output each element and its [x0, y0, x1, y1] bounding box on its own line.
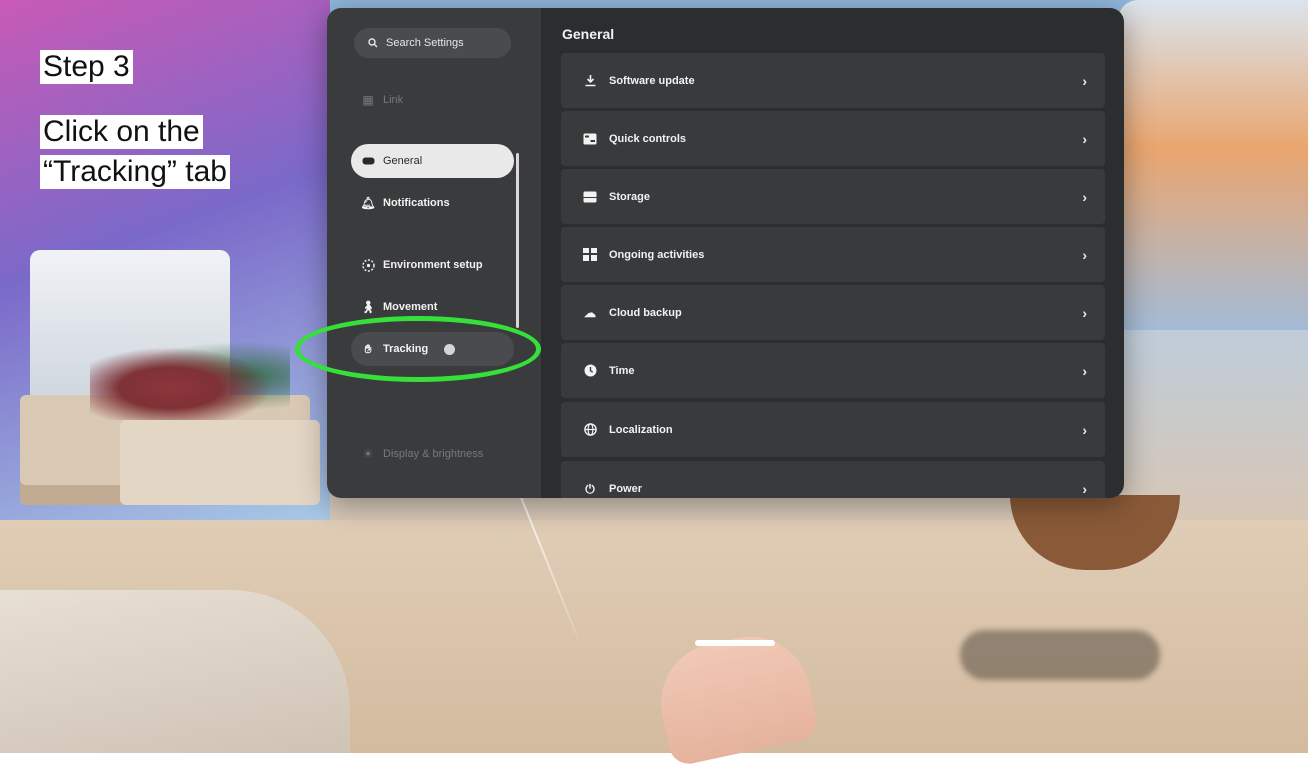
- background-plant: [90, 340, 290, 420]
- instruction-line-2: “Tracking” tab: [40, 155, 230, 189]
- window-grab-bar[interactable]: [695, 640, 775, 646]
- row-label: Localization: [609, 423, 673, 436]
- page-title: General: [562, 26, 615, 42]
- settings-main-content: General Software update › Quick controls…: [541, 8, 1124, 498]
- sidebar-item-display-brightness[interactable]: ☀ Display & brightness: [351, 437, 514, 471]
- row-localization[interactable]: Localization ›: [561, 402, 1105, 457]
- instruction-line-1: Click on the: [40, 115, 203, 149]
- power-icon: ⏻: [585, 481, 595, 496]
- background-building: [1118, 0, 1308, 330]
- row-time[interactable]: Time ›: [561, 343, 1105, 398]
- search-icon: [366, 36, 380, 50]
- settings-panel: Search Settings ▦ Link General 🔔︎ Notifi…: [327, 8, 1124, 498]
- sidebar-item-label: Environment setup: [383, 259, 483, 271]
- grid-icon: [583, 248, 597, 262]
- walking-icon: 🚶︎: [360, 300, 376, 314]
- chevron-right-icon: ›: [1082, 421, 1087, 438]
- row-label: Time: [609, 364, 635, 377]
- row-label: Ongoing activities: [609, 248, 705, 261]
- sidebar-item-label: Movement: [383, 301, 438, 313]
- storage-icon: [583, 190, 597, 204]
- search-placeholder: Search Settings: [386, 37, 464, 49]
- bell-icon: 🔔︎: [360, 196, 376, 210]
- row-label: Power: [609, 482, 643, 495]
- row-cloud-backup[interactable]: ☁ Cloud backup ›: [561, 285, 1105, 340]
- row-ongoing-activities[interactable]: Ongoing activities ›: [561, 227, 1105, 282]
- row-software-update[interactable]: Software update ›: [561, 53, 1105, 108]
- background-ledge: [0, 590, 350, 753]
- sun-icon: ☀: [362, 447, 374, 461]
- row-power[interactable]: ⏻ Power ›: [561, 461, 1105, 498]
- search-input[interactable]: Search Settings: [354, 28, 511, 58]
- row-label: Quick controls: [609, 132, 687, 145]
- link-icon: ▦: [362, 93, 374, 107]
- download-icon: [583, 74, 597, 88]
- chevron-right-icon: ›: [1082, 480, 1087, 497]
- chevron-right-icon: ›: [1082, 72, 1087, 89]
- chevron-right-icon: ›: [1082, 130, 1087, 147]
- chevron-right-icon: ›: [1082, 304, 1087, 321]
- sidebar-item-label: General: [383, 155, 423, 167]
- tracking-highlight-circle: [295, 316, 541, 382]
- chevron-right-icon: ›: [1082, 188, 1087, 205]
- background-shadow: [960, 630, 1160, 680]
- row-label: Software update: [609, 74, 695, 87]
- row-label: Cloud backup: [609, 306, 682, 319]
- sidebar-item-environment-setup[interactable]: Environment setup: [351, 248, 514, 282]
- chevron-right-icon: ›: [1082, 362, 1087, 379]
- chevron-right-icon: ›: [1082, 246, 1087, 263]
- sidebar-item-label: Notifications: [383, 197, 450, 209]
- controls-icon: [583, 132, 597, 146]
- sidebar-item-notifications[interactable]: 🔔︎ Notifications: [351, 186, 514, 220]
- row-storage[interactable]: Storage ›: [561, 169, 1105, 224]
- row-quick-controls[interactable]: Quick controls ›: [561, 111, 1105, 166]
- step-label: Step 3: [40, 50, 133, 84]
- clock-icon: [583, 364, 597, 378]
- settings-sidebar: Search Settings ▦ Link General 🔔︎ Notifi…: [327, 8, 541, 498]
- sidebar-item-general[interactable]: General: [351, 144, 514, 178]
- sidebar-scrollbar[interactable]: [516, 153, 519, 328]
- sidebar-item-link[interactable]: ▦ Link: [351, 83, 514, 117]
- row-label: Storage: [609, 190, 650, 203]
- background-planter-front: [120, 420, 320, 505]
- sidebar-item-label: Link: [383, 94, 404, 106]
- globe-icon: [583, 423, 597, 437]
- boundary-icon: [361, 258, 375, 272]
- headset-icon: [361, 154, 375, 168]
- sidebar-item-label: Display & brightness: [383, 448, 484, 460]
- cloud-icon: ☁: [584, 305, 596, 320]
